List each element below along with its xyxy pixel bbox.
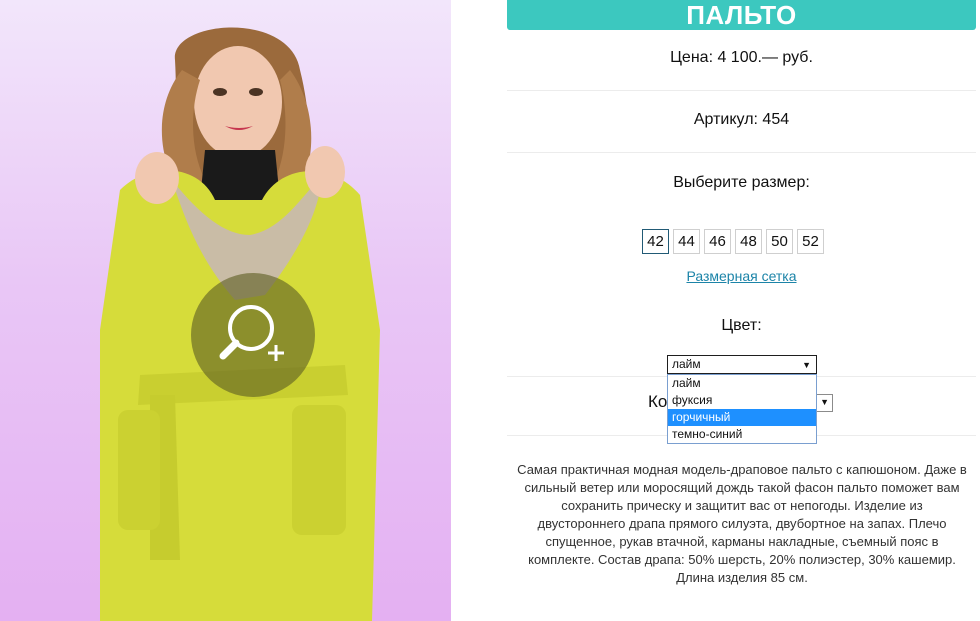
zoom-in-icon xyxy=(219,305,284,361)
triangle-down-icon: ▼ xyxy=(802,360,811,370)
color-label: Цвет: xyxy=(721,317,762,334)
product-title: ПАЛЬТО xyxy=(507,0,976,30)
zoom-button[interactable] xyxy=(191,273,315,397)
color-select-value: лайм xyxy=(672,357,701,371)
size-option-44[interactable]: 44 xyxy=(673,229,700,254)
size-option-50[interactable]: 50 xyxy=(766,229,793,254)
product-photo[interactable] xyxy=(0,0,451,621)
color-dropdown-list: лайм фуксия горчичный темно-синий xyxy=(667,374,817,444)
color-option-mustard[interactable]: горчичный xyxy=(668,409,816,426)
quantity-label: Ко xyxy=(648,392,668,411)
size-option-52[interactable]: 52 xyxy=(797,229,824,254)
size-selector: 42 44 46 48 50 52 xyxy=(642,229,824,254)
color-select[interactable]: лайм ▼ xyxy=(667,355,817,374)
size-option-46[interactable]: 46 xyxy=(704,229,731,254)
divider xyxy=(507,152,976,153)
color-option-lime[interactable]: лайм xyxy=(668,375,816,392)
size-option-48[interactable]: 48 xyxy=(735,229,762,254)
size-option-42[interactable]: 42 xyxy=(642,229,669,254)
product-article: Артикул: 454 xyxy=(693,111,790,128)
product-description: Самая практичная модная модель-драповое … xyxy=(517,462,967,585)
size-chart-link[interactable]: Размерная сетка xyxy=(507,268,976,284)
choose-size-label: Выберите размер: xyxy=(673,174,810,191)
product-price: Цена: 4 100.— руб. xyxy=(670,49,813,66)
color-option-navy[interactable]: темно-синий xyxy=(668,426,816,443)
color-option-fuchsia[interactable]: фуксия xyxy=(668,392,816,409)
triangle-down-icon: ▼ xyxy=(820,397,829,407)
divider xyxy=(507,90,976,91)
